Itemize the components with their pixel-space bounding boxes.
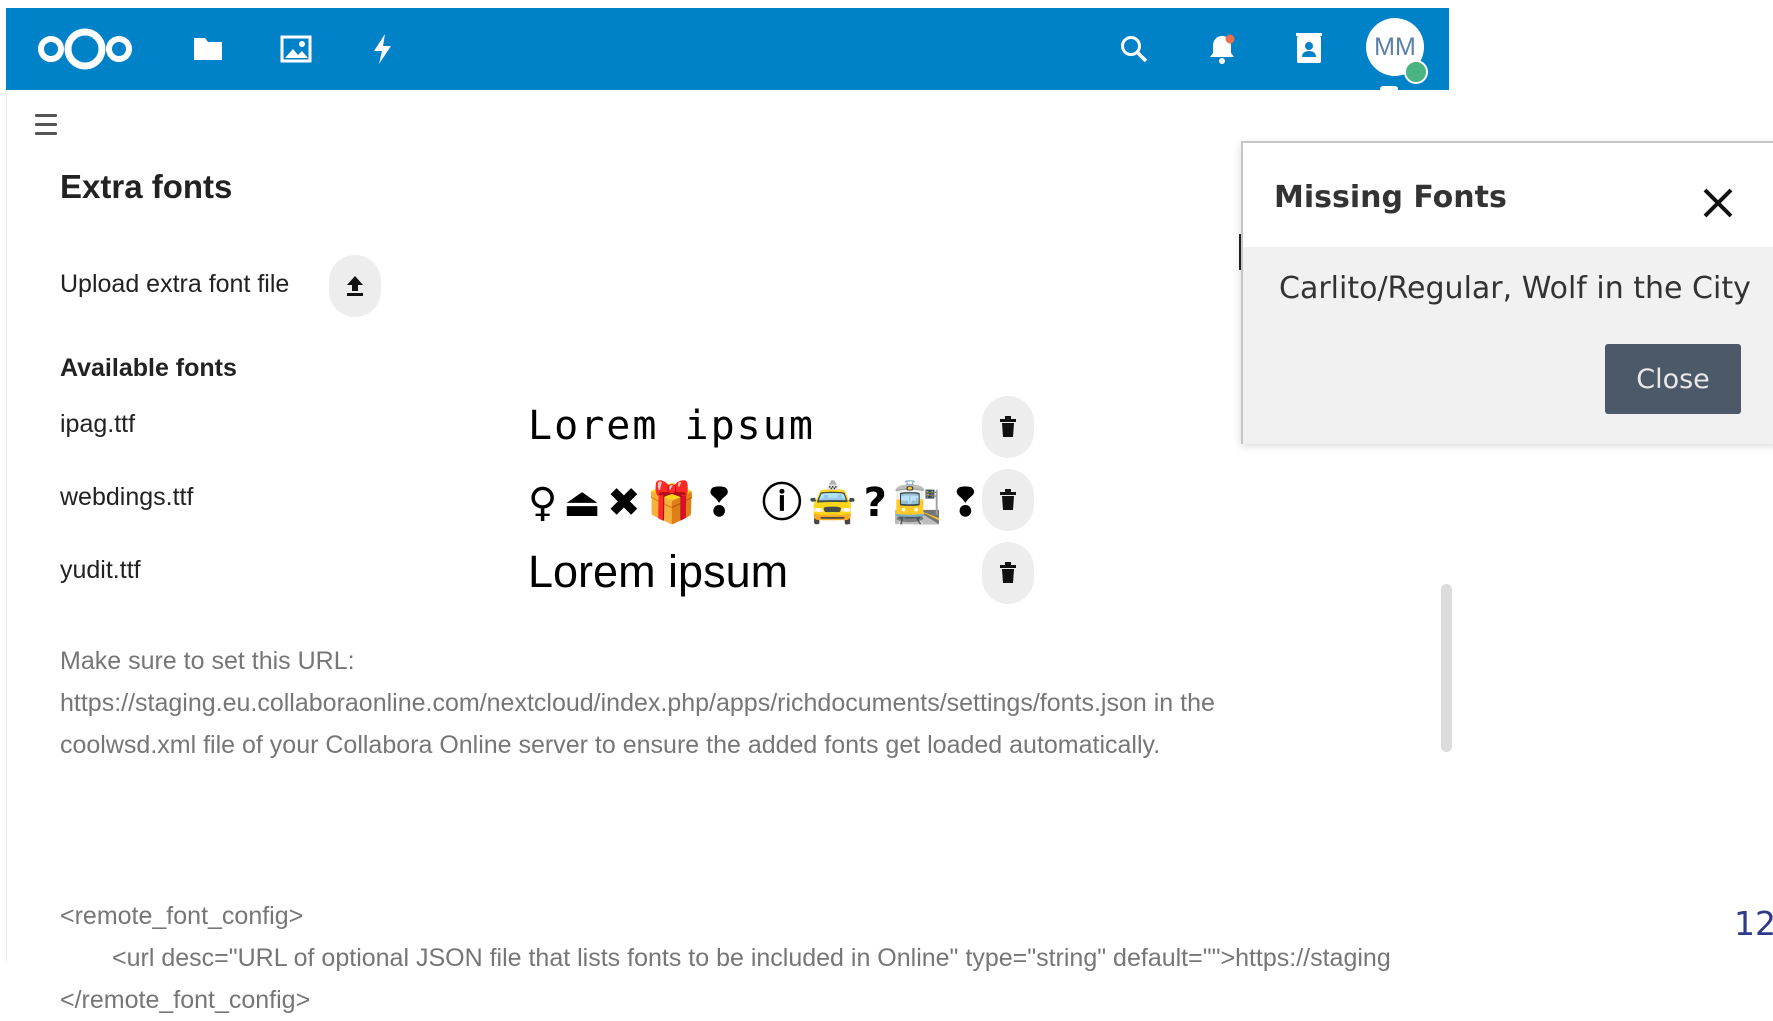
settings-content: Extra fonts Upload extra font file Avail… xyxy=(6,90,1452,1014)
font-name: yudit.ttf xyxy=(60,556,141,584)
trash-icon xyxy=(1000,416,1016,437)
lightning-icon[interactable] xyxy=(360,8,404,90)
code-line: </remote_font_config> xyxy=(60,986,311,1014)
upload-icon xyxy=(347,276,363,296)
folder-icon[interactable] xyxy=(186,8,230,90)
page-title: Extra fonts xyxy=(60,168,233,205)
font-name: webdings.ttf xyxy=(60,483,194,511)
code-line: <url desc="URL of optional JSON file tha… xyxy=(112,944,1391,972)
delete-font-button[interactable] xyxy=(982,469,1034,531)
search-icon[interactable] xyxy=(1112,8,1156,90)
image-icon[interactable] xyxy=(274,8,318,90)
hamburger-menu-icon[interactable] xyxy=(35,114,65,138)
dialog-header: Missing Fonts xyxy=(1243,143,1773,247)
note-line: Make sure to set this URL: xyxy=(60,647,355,675)
font-row: yudit.ttf Lorem ipsum xyxy=(60,542,1040,604)
dialog-body: Carlito/Regular, Wolf in the City Close xyxy=(1243,247,1773,444)
font-preview: Lorem ipsum xyxy=(528,546,789,597)
delete-font-button[interactable] xyxy=(982,396,1034,458)
font-row: webdings.ttf ♀⏏✖🎁❢ ⓘ🚖?🚉❢ xyxy=(60,469,1040,531)
upload-font-button[interactable] xyxy=(329,255,381,317)
dialog-title: Missing Fonts xyxy=(1274,180,1507,215)
code-line: <remote_font_config> xyxy=(60,902,304,930)
note-line: coolwsd.xml file of your Collabora Onlin… xyxy=(60,731,1161,759)
bell-icon[interactable] xyxy=(1200,8,1244,90)
close-button[interactable]: Close xyxy=(1605,344,1741,414)
font-preview: ♀⏏✖🎁❢ ⓘ🚖?🚉❢ xyxy=(528,480,989,526)
font-row: ipag.ttf Lorem ipsum xyxy=(60,396,1040,458)
contacts-icon[interactable] xyxy=(1287,8,1331,90)
note-url-line: https://staging.eu.collaboraonline.com/n… xyxy=(60,689,1215,717)
dialog-message: Carlito/Regular, Wolf in the City xyxy=(1279,271,1751,306)
config-snippet: <remote_font_config> <url desc="URL of o… xyxy=(60,895,1440,1021)
font-preview: Lorem ipsum xyxy=(528,403,815,449)
online-status-icon xyxy=(1404,60,1428,84)
close-icon[interactable] xyxy=(1698,183,1738,223)
missing-fonts-dialog: Missing Fonts Carlito/Regular, Wolf in t… xyxy=(1241,141,1773,444)
trash-icon xyxy=(1000,489,1016,510)
upload-label: Upload extra font file xyxy=(60,270,290,298)
font-name: ipag.ttf xyxy=(60,410,136,438)
available-fonts-heading: Available fonts xyxy=(60,354,237,382)
scrollbar[interactable] xyxy=(1441,584,1452,752)
nextcloud-logo-icon[interactable] xyxy=(30,8,140,90)
page-number: 12 xyxy=(1734,904,1773,943)
fonts-url-note: Make sure to set this URL: https://stagi… xyxy=(60,640,1360,766)
trash-icon xyxy=(1000,562,1016,583)
delete-font-button[interactable] xyxy=(982,542,1034,604)
top-header-bar: MM xyxy=(6,8,1449,92)
